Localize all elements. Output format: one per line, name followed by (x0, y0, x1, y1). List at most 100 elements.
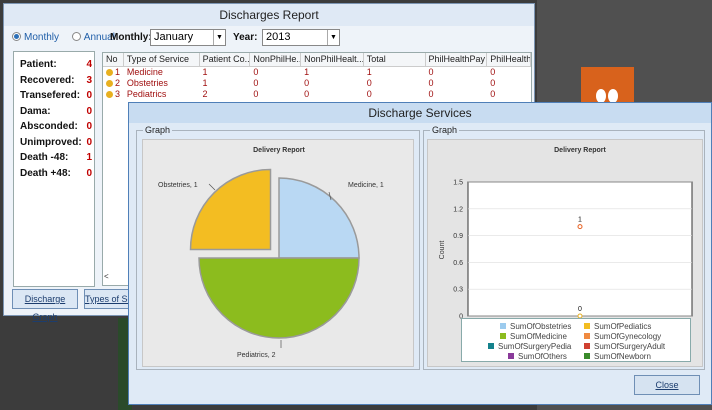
scatter-title: Delivery Report (554, 147, 606, 154)
stat-row: Patient: 4 (20, 59, 92, 70)
table-cell: 1 (103, 67, 124, 78)
table-row[interactable]: 3 Pediatrics 2 0 0 0 0 0 (103, 89, 531, 100)
legend-swatch (584, 343, 590, 349)
stat-label: Transefered: (20, 90, 81, 101)
stat-row: Transefered: 0 (20, 90, 92, 101)
y-tick-label: 0.6 (453, 260, 463, 267)
stat-value: 1 (86, 152, 92, 163)
table-cell: 1 (202, 67, 208, 77)
legend-swatch (500, 323, 506, 329)
table-cell: 0 (253, 89, 259, 99)
pie-chart: Delivery Report Medicine, 1 Pediatrics, 2 O… (158, 147, 384, 359)
radio-monthly[interactable]: Monthly (12, 32, 59, 43)
stat-value: 0 (86, 105, 92, 117)
table-cell: 3 (103, 89, 124, 100)
year-select[interactable]: 2013 ▼ (262, 29, 340, 46)
chevron-down-icon[interactable]: ▼ (327, 30, 339, 45)
stats-panel: Patient: 4 Recovered: 3 Transefered: 0 Dama: 0 A… (13, 51, 95, 287)
table-cell: Medicine (126, 67, 163, 77)
legend-swatch (584, 353, 590, 359)
stat-value: 0 (86, 121, 92, 132)
legend-swatch (500, 333, 506, 339)
pie-chart-area: Delivery Report Medicine, 1 Pediatrics, 2 O… (142, 139, 414, 367)
tile-eye-right (608, 89, 618, 103)
column-header[interactable]: Total (364, 53, 426, 66)
data-point[interactable] (577, 224, 583, 230)
table-row[interactable]: 1 Medicine 1 0 1 1 0 0 (103, 67, 531, 78)
legend-entry: SumOfMedicine (500, 332, 567, 341)
table-cell: 1 (202, 78, 208, 88)
plot-area (467, 181, 693, 317)
table-cell: 0 (428, 89, 434, 99)
table-cell: 0 (428, 78, 434, 88)
stat-label: Absconded: (20, 121, 78, 132)
table-cell: 0 (253, 67, 259, 77)
legend-swatch (584, 333, 590, 339)
scroll-left-icon[interactable]: < (104, 272, 114, 282)
y-tick-label: 0.3 (453, 287, 463, 294)
column-header[interactable]: No (103, 53, 124, 66)
column-header[interactable]: PhilHealthPay (426, 53, 488, 66)
y-tick-label: 1.2 (453, 206, 463, 213)
pie-slice[interactable] (278, 177, 360, 259)
discharge-graph-button[interactable]: Discharge Graph (12, 289, 78, 322)
table-cell: 0 (490, 89, 496, 99)
legend-swatch (488, 343, 494, 349)
stat-row: Unimproved: 0 (20, 137, 92, 148)
column-header[interactable]: NonPhilHe... (250, 53, 302, 66)
row-status-icon (106, 80, 113, 87)
legend-entry: SumOfSurgeryPedia (488, 342, 571, 351)
table-cell: 0 (304, 78, 310, 88)
stat-label: Recovered: (20, 74, 75, 86)
year-label: Year: (233, 32, 258, 43)
stat-value: 3 (86, 74, 92, 86)
table-cell: 0 (253, 78, 259, 88)
row-status-icon (106, 69, 113, 76)
column-header[interactable]: Patient Co... (200, 53, 251, 66)
legend-entry: SumOfGynecology (584, 332, 661, 341)
pie-graph-group: Graph Delivery Report Medicine, 1 Pediatri… (136, 125, 420, 370)
y-axis-label: Count (439, 241, 446, 260)
legend-swatch (584, 323, 590, 329)
slice-label: Medicine, 1 (348, 182, 384, 189)
legend-label: SumOfNewborn (594, 352, 651, 361)
period-radio-group: Monthly Annual (12, 32, 125, 43)
legend-label: SumOfSurgeryAdult (594, 342, 666, 351)
year-value: 2013 (266, 31, 291, 43)
legend-entry: SumOfOthers (508, 352, 567, 361)
column-header[interactable]: Type of Service (124, 53, 200, 66)
y-tick-label: 0.9 (453, 233, 463, 240)
y-tick-label: 1.5 (453, 180, 463, 187)
chart-legend: SumOfObstetries SumOfPediatics SumOfMedici… (461, 318, 691, 362)
pie-slice[interactable] (189, 168, 272, 251)
radio-annual[interactable]: Annual (71, 32, 115, 43)
data-label: 1 (578, 217, 582, 224)
stat-value: 0 (86, 90, 92, 101)
table-cell: Obstetries (126, 78, 168, 88)
stat-label: Patient: (20, 59, 57, 70)
discharge-services-window: Discharge Services Graph Delivery Report… (128, 102, 712, 405)
table-cell: 1 (304, 67, 310, 77)
column-header[interactable]: PhilHealth (487, 53, 531, 66)
tile-eye-left (596, 89, 606, 103)
stat-value: 0 (86, 167, 92, 179)
types-of-service-button[interactable]: Types of Servi (84, 289, 132, 309)
slice-label: Pediatrics, 2 (237, 352, 276, 359)
monthly-label: Monthly: (110, 32, 152, 43)
table-cell: 0 (428, 67, 434, 77)
stat-label: Death -48: (20, 152, 69, 163)
table-cell: 0 (490, 67, 496, 77)
chevron-down-icon[interactable]: ▼ (213, 30, 225, 45)
column-header[interactable]: NonPhilHealt... (301, 53, 364, 66)
group-label: Graph (143, 125, 173, 135)
table-body: 1 Medicine 1 0 1 1 0 0 2 Obstetries 1 0 0 0 0 0 3 Pediatr… (103, 67, 531, 100)
slice-leader-line (208, 183, 216, 191)
table-row[interactable]: 2 Obstetries 1 0 0 0 0 0 (103, 78, 531, 89)
stat-value: 0 (86, 136, 92, 148)
month-select[interactable]: January ▼ (150, 29, 226, 46)
legend-label: SumOfObstetries (510, 322, 572, 331)
stat-row: Recovered: 3 (20, 75, 92, 86)
pie-slice[interactable] (198, 257, 360, 339)
close-button[interactable]: Close (634, 375, 700, 395)
stat-row: Absconded: 0 (20, 121, 92, 132)
